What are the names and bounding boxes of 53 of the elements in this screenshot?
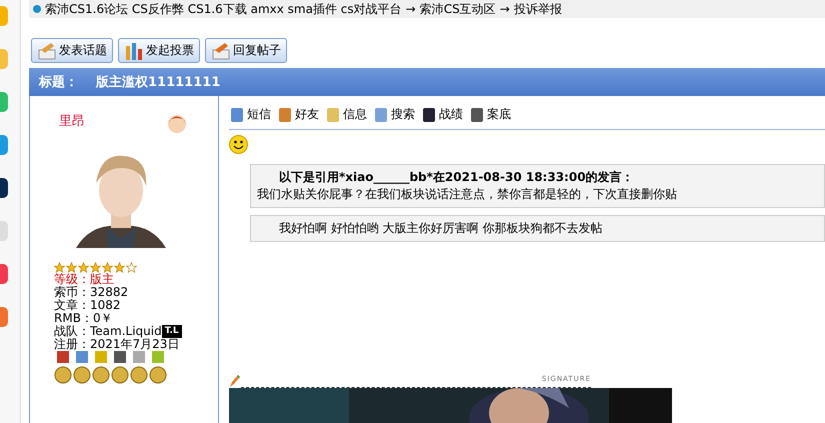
star-icon (78, 262, 89, 273)
star-icon (66, 262, 77, 273)
field-value: 32882 (90, 286, 128, 299)
breadcrumb-separator: → (500, 2, 510, 16)
field-label: 索币： (54, 286, 90, 299)
post-tool-link[interactable]: 好友 (277, 106, 319, 123)
field-value: Team.Liquid (90, 325, 162, 338)
tool-icon (229, 106, 245, 122)
quote-header: 以下是引用*xiao______bb*在2021-08-30 18:33:00的发言： (278, 169, 635, 186)
field-value: 1082 (90, 299, 121, 312)
breadcrumb-link[interactable]: 投诉举报 (514, 0, 562, 18)
quote-text: 我们水贴关你屁事？在我们板块说话注意点，禁你言都是轻的，下次直接删你贴 (257, 186, 678, 203)
breadcrumb-separator: → (406, 2, 416, 16)
field-label: 等级： (54, 273, 90, 286)
tool-icon (373, 106, 389, 122)
bullet-icon (33, 5, 41, 13)
star-icon (90, 262, 101, 273)
field-label: 战队： (54, 325, 90, 338)
post-tool-link[interactable]: 案底 (469, 106, 511, 123)
field-value: 版主 (90, 273, 114, 286)
star-icon (102, 262, 113, 273)
app-icon[interactable] (0, 178, 8, 198)
post-tool-link[interactable]: 短信 (229, 106, 271, 123)
star-icon (126, 262, 137, 273)
tool-icon (469, 106, 485, 122)
field-value: 0￥ (92, 312, 113, 325)
post-tool-link[interactable]: 信息 (325, 106, 367, 123)
breadcrumb-link[interactable]: 索沛CS1.6论坛 CS反作弊 CS1.6下载 amxx sma插件 cs对战平台 (45, 0, 402, 18)
author-name[interactable]: 里昂 (59, 112, 85, 134)
post-tool-link[interactable]: 战绩 (421, 106, 463, 123)
star-icon (114, 262, 125, 273)
action-button[interactable]: 发表话题 (31, 38, 113, 63)
field-value: 2021年7月23日 (90, 338, 180, 351)
field-label: 文章： (54, 299, 90, 312)
avatar-icon (166, 112, 188, 134)
team-badge: T.L (162, 325, 182, 338)
topic-title: 版主滥权11111111 (96, 74, 220, 91)
tool-icon (325, 106, 341, 122)
field-label: 注册： (54, 338, 90, 351)
action-button[interactable]: 回复帖子 (205, 38, 287, 63)
title-label: 标题： (39, 74, 78, 91)
smiley-icon (229, 135, 248, 154)
breadcrumb-link[interactable]: 索沛CS互动区 (420, 0, 496, 18)
bar-chart-icon (124, 42, 144, 60)
tool-icon (421, 106, 437, 122)
pencil-icon (229, 374, 241, 388)
action-button[interactable]: 发起投票 (118, 38, 200, 63)
pencil-icon (37, 42, 57, 60)
reply-text: 我好怕啊 好怕怕哟 大版主你好厉害啊 你那板块狗都不去发帖 (250, 215, 825, 242)
tool-icon (277, 106, 293, 122)
field-label: RMB： (54, 312, 93, 325)
post-tool-link[interactable]: 搜索 (373, 106, 415, 123)
star-icon (54, 262, 65, 273)
